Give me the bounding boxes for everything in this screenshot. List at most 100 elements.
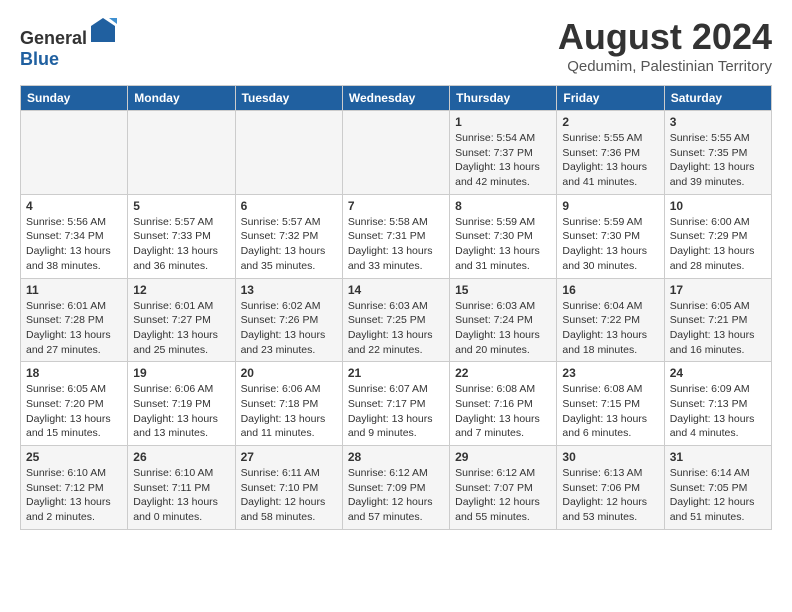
- day-info: Sunrise: 6:04 AMSunset: 7:22 PMDaylight:…: [562, 299, 658, 358]
- day-number: 20: [241, 366, 337, 380]
- calendar-cell: 30 Sunrise: 6:13 AMSunset: 7:06 PMDayligh…: [557, 446, 664, 530]
- day-info: Sunrise: 6:02 AMSunset: 7:26 PMDaylight:…: [241, 299, 337, 358]
- calendar-cell: 3 Sunrise: 5:55 AMSunset: 7:35 PMDaylight…: [664, 111, 771, 195]
- day-number: 30: [562, 450, 658, 464]
- page-header: General Blue August 2024 Qedumim, Palest…: [20, 16, 772, 75]
- weekday-header-monday: Monday: [128, 86, 235, 111]
- day-info: Sunrise: 5:55 AMSunset: 7:36 PMDaylight:…: [562, 131, 658, 190]
- calendar-cell: 1Sunrise: 5:54 AMSunset: 7:37 PMDaylight…: [450, 111, 557, 195]
- day-number: 14: [348, 283, 444, 297]
- day-info: Sunrise: 5:54 AMSunset: 7:37 PMDaylight:…: [455, 131, 551, 190]
- day-info: Sunrise: 5:59 AMSunset: 7:30 PMDaylight:…: [562, 215, 658, 274]
- day-info: Sunrise: 6:12 AMSunset: 7:07 PMDaylight:…: [455, 466, 551, 525]
- day-number: 12: [133, 283, 229, 297]
- calendar-cell: 17Sunrise: 6:05 AMSunset: 7:21 PMDayligh…: [664, 278, 771, 362]
- calendar-table: SundayMondayTuesdayWednesdayThursdayFrid…: [20, 85, 772, 530]
- logo-blue-text: Blue: [20, 49, 59, 69]
- calendar-cell: 5 Sunrise: 5:57 AMSunset: 7:33 PMDaylight…: [128, 194, 235, 278]
- calendar-cell: 13 Sunrise: 6:02 AMSunset: 7:26 PMDayligh…: [235, 278, 342, 362]
- day-number: 5: [133, 199, 229, 213]
- subtitle: Qedumim, Palestinian Territory: [558, 58, 772, 75]
- day-number: 4: [26, 199, 122, 213]
- calendar-cell: 25 Sunrise: 6:10 AMSunset: 7:12 PMDayligh…: [21, 446, 128, 530]
- day-number: 24: [670, 366, 766, 380]
- calendar-cell: 10Sunrise: 6:00 AMSunset: 7:29 PMDayligh…: [664, 194, 771, 278]
- calendar-cell: [21, 111, 128, 195]
- main-title: August 2024: [558, 16, 772, 58]
- day-number: 15: [455, 283, 551, 297]
- day-info: Sunrise: 6:01 AMSunset: 7:27 PMDaylight:…: [133, 299, 229, 358]
- calendar-header: SundayMondayTuesdayWednesdayThursdayFrid…: [21, 86, 772, 111]
- day-info: Sunrise: 6:14 AMSunset: 7:05 PMDaylight:…: [670, 466, 766, 525]
- calendar-week-row: 4 Sunrise: 5:56 AMSunset: 7:34 PMDaylight…: [21, 194, 772, 278]
- calendar-week-row: 11Sunrise: 6:01 AMSunset: 7:28 PMDayligh…: [21, 278, 772, 362]
- day-info: Sunrise: 6:10 AMSunset: 7:11 PMDaylight:…: [133, 466, 229, 525]
- weekday-header-wednesday: Wednesday: [342, 86, 449, 111]
- day-number: 29: [455, 450, 551, 464]
- day-info: Sunrise: 6:06 AMSunset: 7:19 PMDaylight:…: [133, 382, 229, 441]
- calendar-cell: [128, 111, 235, 195]
- day-info: Sunrise: 6:08 AMSunset: 7:16 PMDaylight:…: [455, 382, 551, 441]
- day-number: 8: [455, 199, 551, 213]
- weekday-header-sunday: Sunday: [21, 86, 128, 111]
- calendar-cell: 28Sunrise: 6:12 AMSunset: 7:09 PMDayligh…: [342, 446, 449, 530]
- day-info: Sunrise: 6:03 AMSunset: 7:24 PMDaylight:…: [455, 299, 551, 358]
- calendar-cell: 20 Sunrise: 6:06 AMSunset: 7:18 PMDayligh…: [235, 362, 342, 446]
- day-number: 26: [133, 450, 229, 464]
- day-info: Sunrise: 6:07 AMSunset: 7:17 PMDaylight:…: [348, 382, 444, 441]
- calendar-cell: 22 Sunrise: 6:08 AMSunset: 7:16 PMDayligh…: [450, 362, 557, 446]
- day-info: Sunrise: 5:55 AMSunset: 7:35 PMDaylight:…: [670, 131, 766, 190]
- calendar-cell: 6 Sunrise: 5:57 AMSunset: 7:32 PMDaylight…: [235, 194, 342, 278]
- calendar-cell: 27 Sunrise: 6:11 AMSunset: 7:10 PMDayligh…: [235, 446, 342, 530]
- calendar-cell: 9Sunrise: 5:59 AMSunset: 7:30 PMDaylight…: [557, 194, 664, 278]
- day-info: Sunrise: 5:57 AMSunset: 7:32 PMDaylight:…: [241, 215, 337, 274]
- day-number: 18: [26, 366, 122, 380]
- day-number: 2: [562, 115, 658, 129]
- day-number: 25: [26, 450, 122, 464]
- calendar-cell: 12 Sunrise: 6:01 AMSunset: 7:27 PMDayligh…: [128, 278, 235, 362]
- logo-icon: [89, 16, 117, 44]
- calendar-cell: 21 Sunrise: 6:07 AMSunset: 7:17 PMDayligh…: [342, 362, 449, 446]
- day-number: 31: [670, 450, 766, 464]
- title-area: August 2024 Qedumim, Palestinian Territo…: [558, 16, 772, 75]
- day-info: Sunrise: 6:09 AMSunset: 7:13 PMDaylight:…: [670, 382, 766, 441]
- day-number: 7: [348, 199, 444, 213]
- day-number: 22: [455, 366, 551, 380]
- day-number: 6: [241, 199, 337, 213]
- logo-general-text: General: [20, 28, 87, 48]
- calendar-cell: 15 Sunrise: 6:03 AMSunset: 7:24 PMDayligh…: [450, 278, 557, 362]
- day-info: Sunrise: 6:12 AMSunset: 7:09 PMDaylight:…: [348, 466, 444, 525]
- day-number: 21: [348, 366, 444, 380]
- day-info: Sunrise: 6:10 AMSunset: 7:12 PMDaylight:…: [26, 466, 122, 525]
- day-number: 17: [670, 283, 766, 297]
- weekday-header-row: SundayMondayTuesdayWednesdayThursdayFrid…: [21, 86, 772, 111]
- calendar-cell: 2 Sunrise: 5:55 AMSunset: 7:36 PMDaylight…: [557, 111, 664, 195]
- calendar-cell: 16Sunrise: 6:04 AMSunset: 7:22 PMDayligh…: [557, 278, 664, 362]
- calendar-cell: 26 Sunrise: 6:10 AMSunset: 7:11 PMDayligh…: [128, 446, 235, 530]
- calendar-cell: 8Sunrise: 5:59 AMSunset: 7:30 PMDaylight…: [450, 194, 557, 278]
- calendar-week-row: 18 Sunrise: 6:05 AMSunset: 7:20 PMDayligh…: [21, 362, 772, 446]
- calendar-cell: [342, 111, 449, 195]
- day-info: Sunrise: 6:00 AMSunset: 7:29 PMDaylight:…: [670, 215, 766, 274]
- day-info: Sunrise: 5:56 AMSunset: 7:34 PMDaylight:…: [26, 215, 122, 274]
- day-info: Sunrise: 5:58 AMSunset: 7:31 PMDaylight:…: [348, 215, 444, 274]
- weekday-header-tuesday: Tuesday: [235, 86, 342, 111]
- day-number: 13: [241, 283, 337, 297]
- day-number: 11: [26, 283, 122, 297]
- day-info: Sunrise: 6:13 AMSunset: 7:06 PMDaylight:…: [562, 466, 658, 525]
- calendar-cell: 19 Sunrise: 6:06 AMSunset: 7:19 PMDayligh…: [128, 362, 235, 446]
- weekday-header-thursday: Thursday: [450, 86, 557, 111]
- logo: General Blue: [20, 16, 117, 70]
- calendar-body: 1Sunrise: 5:54 AMSunset: 7:37 PMDaylight…: [21, 111, 772, 530]
- day-info: Sunrise: 6:06 AMSunset: 7:18 PMDaylight:…: [241, 382, 337, 441]
- calendar-week-row: 1Sunrise: 5:54 AMSunset: 7:37 PMDaylight…: [21, 111, 772, 195]
- day-number: 19: [133, 366, 229, 380]
- calendar-cell: [235, 111, 342, 195]
- weekday-header-saturday: Saturday: [664, 86, 771, 111]
- calendar-cell: 4 Sunrise: 5:56 AMSunset: 7:34 PMDaylight…: [21, 194, 128, 278]
- day-info: Sunrise: 5:57 AMSunset: 7:33 PMDaylight:…: [133, 215, 229, 274]
- day-info: Sunrise: 6:05 AMSunset: 7:20 PMDaylight:…: [26, 382, 122, 441]
- day-info: Sunrise: 6:11 AMSunset: 7:10 PMDaylight:…: [241, 466, 337, 525]
- day-number: 27: [241, 450, 337, 464]
- day-number: 3: [670, 115, 766, 129]
